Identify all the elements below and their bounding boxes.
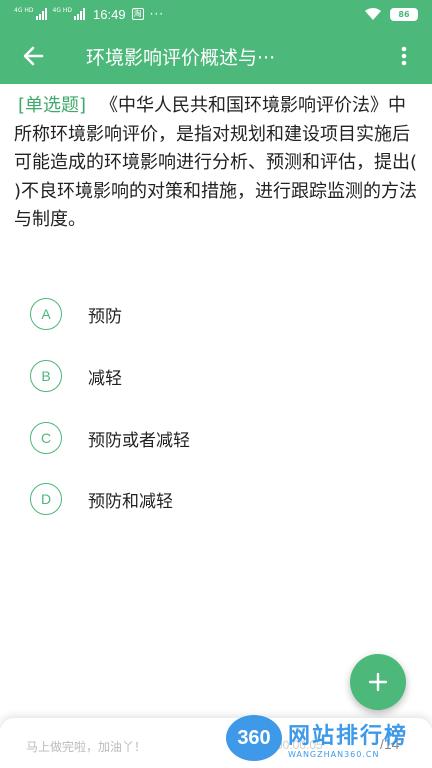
option-d[interactable]: D 预防和减轻 bbox=[30, 479, 410, 519]
status-time: 16:49 bbox=[93, 6, 126, 22]
status-right: 86 bbox=[364, 7, 418, 21]
status-bar: 4G HD 4G HD 16:49 淘 ··· 86 bbox=[0, 0, 432, 28]
option-a-text: 预防 bbox=[88, 306, 122, 327]
option-c-text: 预防或者减轻 bbox=[88, 430, 190, 451]
signal-sim2-icon: 4G HD bbox=[53, 8, 86, 20]
option-b-text: 减轻 bbox=[88, 368, 122, 389]
question-text: [单选题] 《中华人民共和国环境影响评价法》中所称环境影响评价，是指对规划和建设项… bbox=[14, 92, 420, 235]
status-left: 4G HD 4G HD 16:49 淘 ··· bbox=[14, 7, 164, 22]
battery-icon: 86 bbox=[390, 7, 418, 21]
signal-sim1-icon: 4G HD bbox=[14, 8, 47, 20]
option-d-circle: D bbox=[30, 483, 62, 515]
option-b[interactable]: B 减轻 bbox=[30, 356, 410, 396]
watermark-logo: 360 bbox=[226, 715, 282, 761]
option-b-circle: B bbox=[30, 360, 62, 392]
more-options-button[interactable] bbox=[376, 28, 432, 84]
option-a-circle: A bbox=[30, 298, 62, 330]
add-fab-button[interactable] bbox=[350, 654, 406, 710]
option-a[interactable]: A 预防 bbox=[30, 294, 410, 334]
battery-level: 86 bbox=[398, 9, 410, 19]
watermark-en: WANGZHAN360.CN bbox=[288, 749, 380, 759]
taobao-icon: 淘 bbox=[131, 8, 144, 20]
watermark: 360 网站排行榜 WANGZHAN360.CN bbox=[226, 708, 432, 768]
status-more-dots: ··· bbox=[149, 7, 165, 21]
more-vert-icon bbox=[401, 46, 407, 66]
watermark-text: 网站排行榜 WANGZHAN360.CN bbox=[288, 718, 408, 759]
plus-icon bbox=[369, 673, 387, 691]
back-button[interactable] bbox=[0, 28, 66, 84]
back-arrow-icon bbox=[23, 46, 44, 66]
option-c-circle: C bbox=[30, 422, 62, 454]
sim1-tag: 4G HD bbox=[14, 7, 34, 14]
question-type-label: [单选题] bbox=[18, 95, 87, 116]
wifi-icon bbox=[365, 7, 381, 20]
option-d-text: 预防和减轻 bbox=[88, 491, 173, 512]
sim2-tag: 4G HD bbox=[52, 7, 73, 14]
option-c[interactable]: C 预防或者减轻 bbox=[30, 418, 410, 458]
page-title: 环境影响评价概述与··· bbox=[86, 46, 276, 69]
watermark-cn: 网站排行榜 bbox=[288, 723, 409, 749]
app-bar: 环境影响评价概述与··· bbox=[0, 28, 432, 84]
encourage-text: 马上做完啦，加油丫！ bbox=[26, 740, 147, 754]
